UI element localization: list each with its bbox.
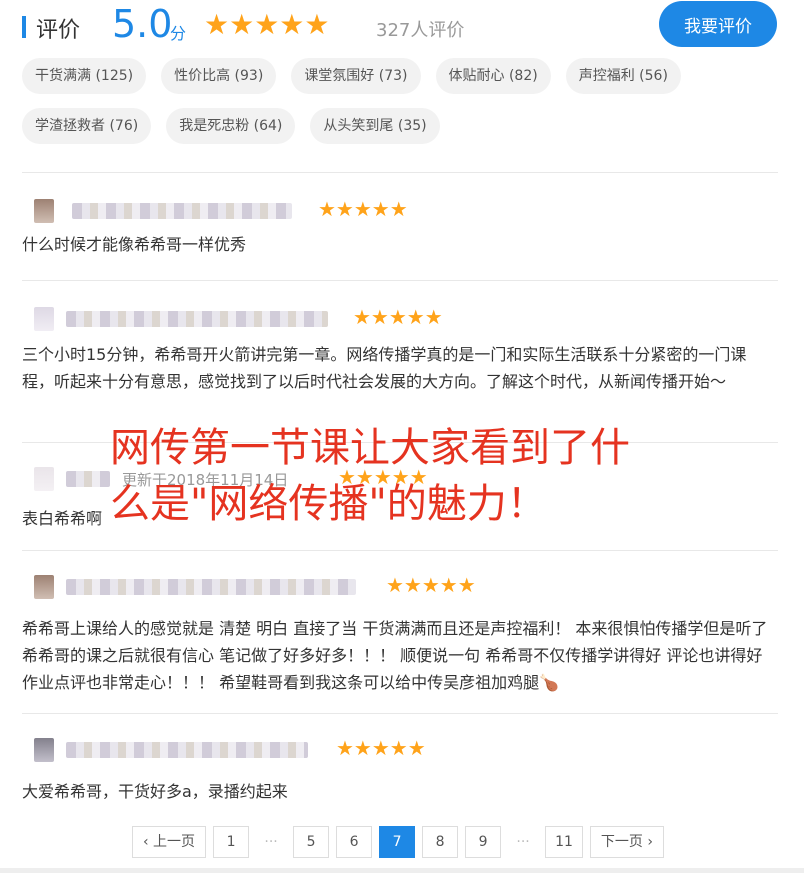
tag-dry-goods[interactable]: 干货满满 (125) bbox=[22, 58, 147, 94]
review-stars: ★★★★★ bbox=[386, 573, 476, 597]
review-stars: ★★★★★ bbox=[353, 305, 443, 329]
page-8-button[interactable]: 8 bbox=[422, 826, 459, 858]
avatar[interactable] bbox=[34, 575, 54, 599]
avatar[interactable] bbox=[34, 467, 54, 491]
review-item: ★★★★★ 希希哥上课给人的感觉就是 清楚 明白 直接了当 干货满满而且还是声控… bbox=[22, 550, 778, 713]
page-7-button[interactable]: 7 bbox=[379, 826, 416, 858]
review-item: ★★★★★ 三个小时15分钟，希希哥开火箭讲完第一章。网络传播学真的是一门和实际… bbox=[22, 280, 778, 442]
review-meta: ★★★★★ bbox=[22, 305, 778, 333]
review-meta: 更新于2018年11月14日 ★★★★★ bbox=[22, 465, 778, 493]
review-stars: ★★★★★ bbox=[336, 736, 426, 760]
score-unit: 分 bbox=[170, 24, 187, 43]
review-content: 大爱希希哥，干货好多a，录播约起来 bbox=[22, 782, 288, 801]
review-stars: ★★★★★ bbox=[318, 197, 408, 221]
prev-page-button[interactable]: ‹ 上一页 bbox=[132, 826, 207, 858]
bottom-divider bbox=[0, 868, 804, 873]
page-5-button[interactable]: 5 bbox=[293, 826, 330, 858]
pagination: ‹ 上一页 1 ··· 5 6 7 8 9 ··· 11 下一页 › bbox=[132, 826, 664, 858]
review-content: 表白希希啊 bbox=[22, 509, 103, 528]
review-meta: ★★★★★ bbox=[22, 573, 778, 601]
blurred-username bbox=[66, 471, 110, 487]
review-content: 希希哥上课给人的感觉就是 清楚 明白 直接了当 干货满满而且还是声控福利！ 本来… bbox=[22, 619, 768, 692]
tag-fan[interactable]: 我是死忠粉 (64) bbox=[166, 108, 296, 144]
page-11-button[interactable]: 11 bbox=[545, 826, 583, 858]
review-content: 三个小时15分钟，希希哥开火箭讲完第一章。网络传播学真的是一门和实际生活联系十分… bbox=[22, 345, 747, 391]
review-content: 什么时候才能像希希哥一样优秀 bbox=[22, 235, 247, 254]
tag-laugh[interactable]: 从头笑到尾 (35) bbox=[310, 108, 440, 144]
page-9-button[interactable]: 9 bbox=[465, 826, 502, 858]
rating-count: 327人评价 bbox=[376, 20, 465, 41]
review-tags: 干货满满 (125) 性价比高 (93) 课堂氛围好 (73) 体贴耐心 (82… bbox=[22, 58, 742, 144]
blurred-username bbox=[72, 203, 292, 219]
avatar[interactable] bbox=[34, 199, 54, 223]
blurred-username bbox=[66, 311, 328, 327]
review-meta: ★★★★★ bbox=[22, 197, 778, 225]
review-meta: ★★★★★ bbox=[22, 736, 778, 764]
ellipsis: ··· bbox=[516, 834, 530, 850]
average-stars: ★★★★★ bbox=[204, 8, 330, 41]
ellipsis: ··· bbox=[264, 834, 278, 850]
average-score: 5.0 bbox=[112, 2, 173, 46]
tag-voice[interactable]: 声控福利 (56) bbox=[565, 58, 681, 94]
avatar[interactable] bbox=[34, 738, 54, 762]
tag-patient[interactable]: 体贴耐心 (82) bbox=[435, 58, 551, 94]
review-item: ★★★★★ 大爱希希哥，干货好多a，录播约起来 bbox=[22, 713, 778, 819]
tag-savior[interactable]: 学渣拯救者 (76) bbox=[22, 108, 152, 144]
rating-header: 评价 5.0 分 ★★★★★ 327人评价 我要评价 bbox=[0, 0, 804, 52]
review-item: ★★★★★ 什么时候才能像希希哥一样优秀 bbox=[22, 172, 778, 280]
blurred-username bbox=[66, 579, 356, 595]
blurred-username bbox=[66, 742, 308, 758]
section-title: 评价 bbox=[36, 18, 81, 43]
review-stars: ★★★★★ bbox=[338, 465, 428, 489]
avatar[interactable] bbox=[34, 307, 54, 331]
title-accent-bar bbox=[22, 16, 26, 38]
review-item: 更新于2018年11月14日 ★★★★★ 表白希希啊 bbox=[22, 442, 778, 550]
page-1-button[interactable]: 1 bbox=[213, 826, 250, 858]
tag-atmosphere[interactable]: 课堂氛围好 (73) bbox=[291, 58, 421, 94]
review-date: 更新于2018年11月14日 bbox=[122, 471, 289, 489]
write-review-button[interactable]: 我要评价 bbox=[659, 1, 777, 47]
page-6-button[interactable]: 6 bbox=[336, 826, 373, 858]
next-page-button[interactable]: 下一页 › bbox=[589, 826, 664, 858]
tag-value[interactable]: 性价比高 (93) bbox=[161, 58, 277, 94]
